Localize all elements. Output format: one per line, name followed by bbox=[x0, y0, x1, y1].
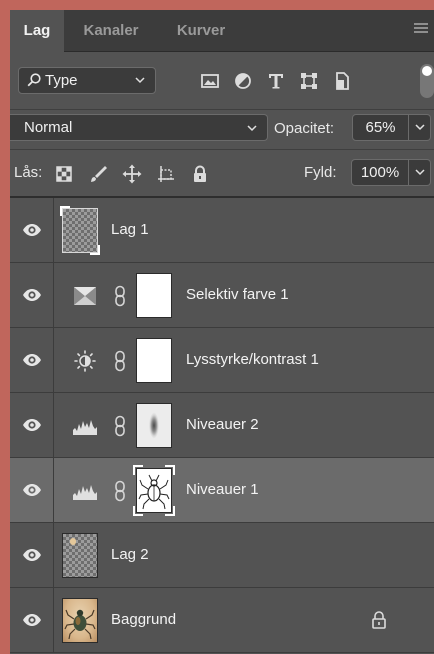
smart-object-filter-icon[interactable] bbox=[332, 71, 352, 91]
pixel-layer-filter-icon[interactable] bbox=[200, 71, 220, 91]
lock-all-icon[interactable] bbox=[190, 164, 210, 184]
fill-field[interactable]: 100% bbox=[351, 159, 409, 186]
blend-mode-select[interactable]: Normal bbox=[10, 114, 268, 141]
chain-link-icon[interactable] bbox=[113, 350, 127, 372]
lock-artboard-icon[interactable] bbox=[156, 164, 176, 184]
visibility-divider bbox=[53, 328, 54, 392]
tab-kurver[interactable]: Kurver bbox=[158, 10, 244, 51]
levels-icon bbox=[73, 420, 97, 435]
visibility-divider bbox=[53, 588, 54, 652]
chain-link-icon[interactable] bbox=[113, 480, 127, 502]
eye-icon[interactable] bbox=[22, 415, 42, 435]
layer-row-lysstyrke-kontrast-1[interactable]: Lysstyrke/kontrast 1 bbox=[10, 328, 434, 393]
layer-mask-thumbnail[interactable] bbox=[136, 403, 172, 448]
opacity-field[interactable]: 65% bbox=[352, 114, 409, 141]
selective-color-icon bbox=[74, 287, 96, 305]
visibility-divider bbox=[53, 523, 54, 587]
layer-thumbnail bbox=[62, 598, 98, 643]
eye-icon[interactable] bbox=[22, 480, 42, 500]
layer-name: Baggrund bbox=[111, 611, 177, 628]
visibility-divider bbox=[53, 458, 54, 522]
layer-lock-icon[interactable] bbox=[370, 610, 388, 630]
chevron-down-icon bbox=[247, 125, 257, 132]
eye-icon[interactable] bbox=[22, 285, 42, 305]
filter-row: Type bbox=[10, 52, 434, 110]
panel-menu-icon[interactable] bbox=[414, 23, 428, 37]
layer-name: Lag 2 bbox=[111, 546, 149, 563]
brightness-contrast-icon bbox=[74, 350, 96, 372]
layer-mask-thumbnail[interactable] bbox=[136, 273, 172, 318]
shape-layer-filter-icon[interactable] bbox=[299, 71, 319, 91]
eye-icon[interactable] bbox=[22, 350, 42, 370]
layer-mask-thumbnail[interactable] bbox=[133, 465, 175, 516]
fill-dropdown[interactable] bbox=[409, 159, 431, 186]
tab-kanaler[interactable]: Kanaler bbox=[64, 10, 158, 51]
blend-mode-label: Normal bbox=[24, 119, 73, 136]
chevron-down-icon bbox=[415, 169, 425, 176]
eye-icon[interactable] bbox=[22, 545, 42, 565]
opacity-dropdown[interactable] bbox=[409, 114, 431, 141]
layer-row-selektiv-farve-1[interactable]: Selektiv farve 1 bbox=[10, 263, 434, 328]
opacity-label: Opacitet: bbox=[274, 120, 335, 137]
eye-icon[interactable] bbox=[22, 220, 42, 240]
type-layer-filter-icon[interactable] bbox=[266, 71, 286, 91]
layer-row-baggrund[interactable]: Baggrund bbox=[10, 588, 434, 653]
blend-row: Normal Opacitet: 65% bbox=[10, 109, 434, 150]
visibility-divider bbox=[53, 198, 54, 262]
chevron-down-icon bbox=[415, 124, 425, 131]
layer-name: Niveauer 1 bbox=[186, 481, 259, 498]
beetle-icon bbox=[64, 609, 96, 640]
layer-mask-thumbnail[interactable] bbox=[136, 338, 172, 383]
tab-lag[interactable]: Lag bbox=[10, 10, 64, 52]
adjustment-layer-filter-icon[interactable] bbox=[233, 71, 253, 91]
layer-thumbnail bbox=[62, 533, 98, 578]
tab-bar: Lag Kanaler Kurver bbox=[10, 10, 434, 52]
beetle-sketch-icon bbox=[138, 474, 170, 510]
eye-icon[interactable] bbox=[22, 610, 42, 630]
layer-name: Selektiv farve 1 bbox=[186, 286, 289, 303]
lock-position-icon[interactable] bbox=[122, 164, 142, 184]
fill-label: Fyld: bbox=[304, 164, 337, 181]
levels-icon bbox=[73, 485, 97, 500]
chain-link-icon[interactable] bbox=[113, 285, 127, 307]
filter-type-label: Type bbox=[45, 72, 78, 89]
lock-image-pixels-icon[interactable] bbox=[88, 164, 108, 184]
chevron-down-icon bbox=[135, 77, 145, 84]
layer-name: Lag 1 bbox=[111, 221, 149, 238]
layer-row-niveauer-2[interactable]: Niveauer 2 bbox=[10, 393, 434, 458]
lock-label: Lås: bbox=[14, 164, 43, 181]
layer-thumbnail bbox=[60, 206, 100, 255]
layer-list: Lag 1 Selektiv farve 1 Lysstyrke/kontras… bbox=[10, 198, 434, 653]
chain-link-icon[interactable] bbox=[113, 415, 127, 437]
layer-row-lag-2[interactable]: Lag 2 bbox=[10, 523, 434, 588]
visibility-divider bbox=[53, 393, 54, 457]
search-icon bbox=[27, 73, 41, 87]
layer-name: Lysstyrke/kontrast 1 bbox=[186, 351, 319, 368]
filter-toggle[interactable] bbox=[420, 64, 434, 98]
lock-transparent-pixels-icon[interactable] bbox=[54, 164, 74, 184]
layer-row-lag-1[interactable]: Lag 1 bbox=[10, 198, 434, 263]
filter-type-select[interactable]: Type bbox=[18, 67, 156, 94]
lock-row: Lås: Fyld: 100% bbox=[10, 150, 434, 198]
layer-row-niveauer-1[interactable]: Niveauer 1 bbox=[10, 458, 434, 523]
layers-panel: Lag Kanaler Kurver Type Normal Opacitet:… bbox=[10, 10, 434, 654]
visibility-divider bbox=[53, 263, 54, 327]
layer-name: Niveauer 2 bbox=[186, 416, 259, 433]
